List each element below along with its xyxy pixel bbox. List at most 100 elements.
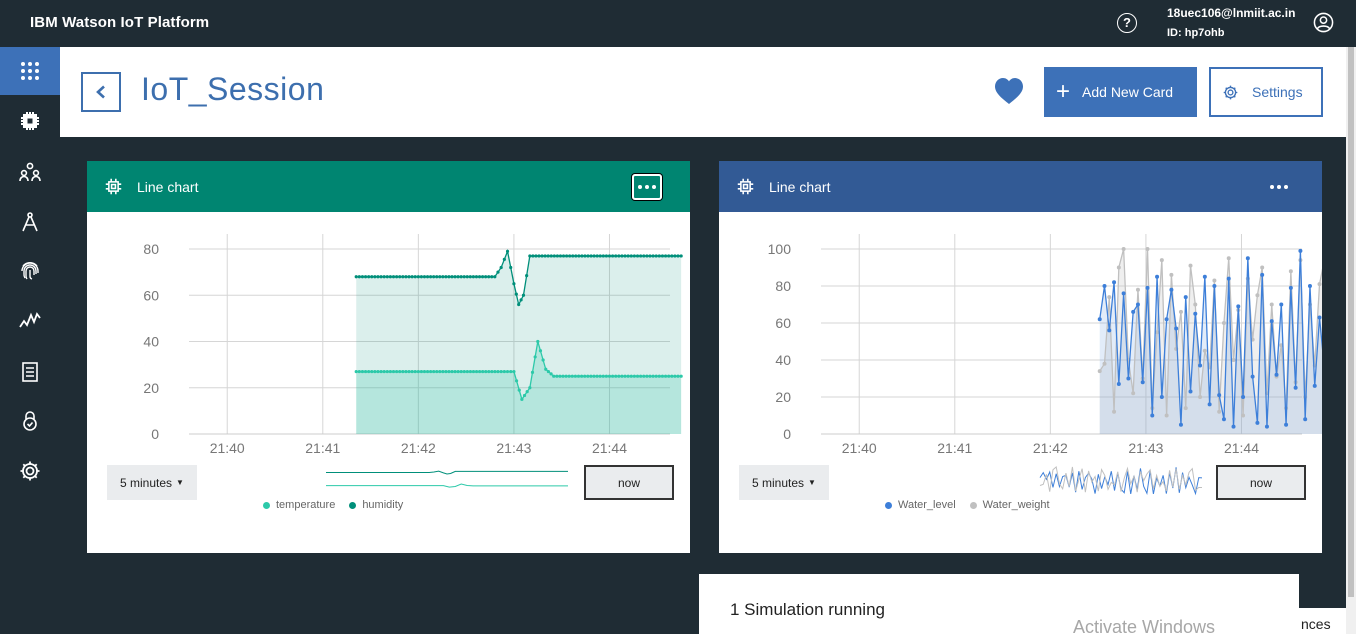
data-point <box>413 369 417 374</box>
sidebar-item-security[interactable] <box>0 247 60 295</box>
data-point <box>620 254 624 258</box>
add-new-card-button[interactable]: + Add New Card <box>1044 67 1197 117</box>
line-chart: 0 20 40 60 80 100 21:40 21:41 21:42 21:43 21:44 <box>768 234 1322 456</box>
data-point <box>592 374 596 378</box>
sidebar-item-settings[interactable] <box>0 447 60 495</box>
data-point <box>623 254 627 258</box>
overflow-menu-icon <box>1270 185 1288 189</box>
chip-icon <box>105 178 122 195</box>
x-tick-label: 21:41 <box>937 440 972 456</box>
data-point <box>645 374 649 378</box>
data-point <box>614 254 618 258</box>
data-point <box>629 374 633 378</box>
data-point <box>1169 287 1174 292</box>
data-point <box>398 369 402 374</box>
legend-item-temperature[interactable]: temperature <box>263 499 335 511</box>
data-point <box>487 369 491 374</box>
data-point <box>493 275 497 279</box>
user-email[interactable]: 18uec106@lnmiit.ac.in <box>1167 6 1295 20</box>
back-button[interactable] <box>81 72 121 112</box>
heart-icon[interactable] <box>994 77 1024 105</box>
page-header: IoT_Session + Add New Card Settings <box>60 47 1346 137</box>
add-new-card-label: Add New Card <box>1082 84 1174 100</box>
sidebar-item-apps-grid[interactable] <box>0 47 60 95</box>
data-point <box>648 254 652 258</box>
chart-navigator[interactable] <box>1039 465 1203 497</box>
now-button[interactable]: now <box>584 465 674 500</box>
avatar-icon[interactable] <box>1313 12 1334 33</box>
data-point <box>517 388 521 392</box>
data-point <box>462 275 466 279</box>
data-point <box>657 254 661 258</box>
chart-legend: Water_level Water_weight <box>885 499 1050 511</box>
sidebar-item-devices[interactable] <box>0 97 60 145</box>
partial-panel-label[interactable]: nces <box>1299 608 1346 634</box>
help-icon[interactable]: ? <box>1117 13 1137 33</box>
data-point <box>1231 424 1236 429</box>
data-point <box>493 369 497 374</box>
data-point <box>471 369 476 374</box>
data-point <box>1102 284 1107 288</box>
data-point <box>660 374 665 378</box>
data-point <box>1107 328 1112 333</box>
legend-item-humidity[interactable]: humidity <box>349 499 403 511</box>
data-point <box>422 369 427 374</box>
data-point <box>571 254 575 258</box>
data-point <box>589 374 593 378</box>
data-point <box>626 254 630 258</box>
data-point <box>370 369 374 374</box>
data-point <box>561 374 565 378</box>
compass-icon <box>22 212 38 232</box>
data-point <box>530 370 535 374</box>
data-point <box>490 275 494 279</box>
data-point <box>419 275 424 279</box>
data-point <box>601 374 605 378</box>
card-menu-button[interactable] <box>632 174 662 200</box>
data-point <box>456 275 460 279</box>
data-point <box>552 254 556 258</box>
data-point <box>586 374 590 378</box>
data-point <box>520 397 524 401</box>
data-point <box>1126 376 1131 381</box>
data-point <box>481 369 485 374</box>
sidebar-item-access[interactable] <box>0 397 60 445</box>
legend-item-water-weight[interactable]: Water_weight <box>969 499 1050 511</box>
data-point <box>512 282 516 286</box>
scrollbar-thumb[interactable] <box>1348 47 1354 597</box>
data-point <box>604 254 609 258</box>
data-point <box>546 369 551 374</box>
sidebar-item-logs[interactable] <box>0 348 60 396</box>
data-point <box>1183 295 1188 300</box>
data-point <box>610 254 615 258</box>
data-point <box>416 369 420 374</box>
settings-button[interactable]: Settings <box>1209 67 1323 117</box>
data-point <box>465 369 469 374</box>
time-range-select[interactable]: 5 minutes ▼ <box>107 465 197 500</box>
chevron-left-icon <box>96 85 105 99</box>
data-point <box>635 374 640 378</box>
chart-navigator[interactable] <box>325 463 569 493</box>
sidebar-item-usage[interactable] <box>0 295 60 343</box>
data-point <box>1116 382 1121 387</box>
simulation-status[interactable]: 1 Simulation running <box>730 600 885 620</box>
data-point <box>528 386 532 390</box>
legend-item-water-level[interactable]: Water_level <box>885 499 956 511</box>
data-point <box>528 254 532 258</box>
data-point <box>1226 276 1231 281</box>
card-menu-button[interactable] <box>1264 174 1294 200</box>
data-point <box>376 275 380 279</box>
sidebar-item-apps[interactable] <box>0 198 60 246</box>
sidebar-item-members[interactable] <box>0 148 60 196</box>
data-point <box>432 275 436 279</box>
time-range-select[interactable]: 5 minutes ▼ <box>739 465 829 500</box>
data-point <box>670 374 674 378</box>
app-title[interactable]: IBM Watson IoT Platform <box>30 14 209 31</box>
now-button[interactable]: now <box>1216 465 1306 500</box>
data-point <box>388 275 392 279</box>
data-point <box>1116 265 1121 270</box>
data-point <box>474 369 479 374</box>
x-tick-label: 21:43 <box>1128 440 1163 456</box>
data-point <box>549 372 553 376</box>
data-point <box>639 254 643 258</box>
data-point <box>1159 258 1164 263</box>
